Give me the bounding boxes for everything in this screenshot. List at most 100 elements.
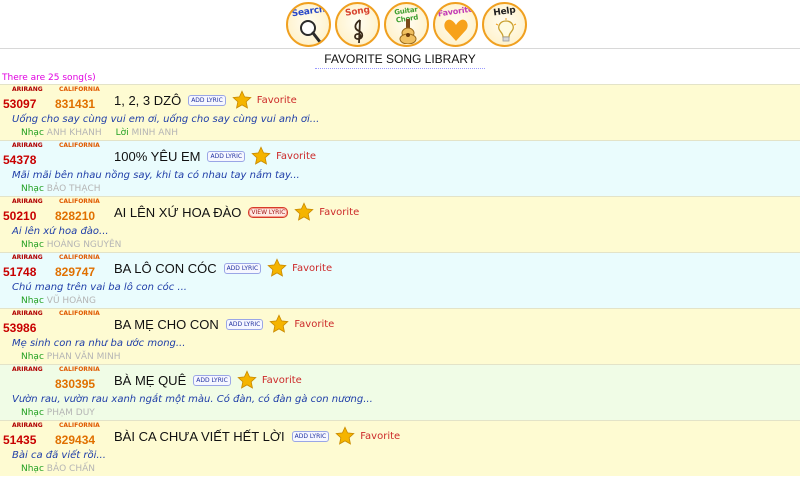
search-nav-button[interactable]: Search — [286, 2, 331, 47]
song-credits: Nhạc BẢO CHẤN — [21, 464, 95, 474]
song-credits: Nhạc BẢO THẠCH — [21, 184, 101, 194]
lyric-preview: Bài ca đã viết rồi... — [12, 450, 106, 461]
favorite-label[interactable]: Favorite — [276, 151, 316, 162]
song-credits: Nhạc HOÀNG NGUYÊN — [21, 240, 121, 250]
song-count: There are 25 song(s) — [2, 73, 96, 83]
california-code: 830395 — [55, 377, 96, 391]
arirang-label: ARIRANG — [12, 142, 43, 149]
song-title[interactable]: BA MẸ CHO CON — [114, 317, 219, 332]
song-title[interactable]: AI LÊN XỨ HOA ĐÀO — [114, 205, 241, 220]
song-title-line: BA LÔ CON CÓC ADD LYRIC Favorite — [114, 258, 332, 278]
add-lyric-button[interactable]: ADD LYRIC — [188, 94, 226, 106]
add-lyric-button[interactable]: ADD LYRIC — [193, 374, 231, 386]
arirang-label: ARIRANG — [12, 422, 43, 429]
song-credits: Nhạc PHẠM DUY — [21, 408, 95, 418]
arirang-code: 53097 — [3, 97, 37, 111]
california-code: 831431 — [55, 97, 96, 111]
song-credits: Nhạc ANH KHANH Lời MINH ANH — [21, 128, 178, 138]
song-row[interactable]: ARIRANG CALIFORNIA 51435 829434 BÀI CA CHƯA … — [0, 420, 800, 476]
composer-name: HOÀNG NGUYÊN — [46, 240, 122, 250]
song-row[interactable]: ARIRANG CALIFORNIA 830395 BÀ MẸ QUÊ ADD LYRI… — [0, 364, 800, 420]
song-row[interactable]: ARIRANG CALIFORNIA 50210 828210 AI LÊN XỨ HO… — [0, 196, 800, 252]
arirang-label: ARIRANG — [12, 254, 43, 261]
lyric-preview: Uống cho say cùng vui em ơi, uống cho sa… — [12, 114, 320, 125]
song-row[interactable]: ARIRANG CALIFORNIA 54378 100% YÊU EM ADD LYR… — [0, 140, 800, 196]
favorite-label[interactable]: Favorite — [319, 207, 359, 218]
composer-label: Nhạc — [21, 128, 44, 138]
favorite-label[interactable]: Favorite — [292, 263, 332, 274]
composer-label: Nhạc — [21, 464, 44, 474]
song-title-line: BÀ MẸ QUÊ ADD LYRIC Favorite — [114, 370, 302, 390]
composer-name: VŨ HOÀNG — [46, 296, 96, 306]
song-title[interactable]: BA LÔ CON CÓC — [114, 261, 217, 276]
song-credits: Nhạc PHAN VĂN MINH — [21, 352, 121, 362]
lyric-preview: Vườn rau, vườn rau xanh ngắt một màu. Có… — [12, 394, 373, 405]
magnifier-icon — [300, 20, 322, 44]
california-code: 829747 — [55, 265, 96, 279]
favorite-label[interactable]: Favorite — [262, 375, 302, 386]
favorite-label[interactable]: Favorite — [257, 95, 297, 106]
song-title-line: 100% YÊU EM ADD LYRIC Favorite — [114, 146, 316, 166]
arirang-code: 50210 — [3, 209, 37, 223]
composer-label: Nhạc — [21, 184, 44, 194]
help-nav-button[interactable]: Help — [482, 2, 527, 47]
song-title[interactable]: BÀI CA CHƯA VIẾT HẾT LỜI — [114, 429, 285, 444]
favorite-star-icon[interactable] — [269, 314, 290, 334]
song-row[interactable]: ARIRANG CALIFORNIA 51748 829747 BA LÔ CON CÓ… — [0, 252, 800, 308]
guitar-icon — [399, 19, 417, 44]
arirang-label: ARIRANG — [12, 86, 43, 93]
add-lyric-button[interactable]: ADD LYRIC — [207, 150, 246, 162]
composer-name: BẢO THẠCH — [46, 184, 101, 194]
song-row[interactable]: ARIRANG CALIFORNIA 53097 831431 1, 2, 3 DZÔ A… — [0, 84, 800, 140]
arirang-label: ARIRANG — [12, 366, 43, 373]
favorite-star-icon[interactable] — [335, 426, 355, 446]
california-label: CALIFORNIA — [59, 198, 100, 205]
favorite-label[interactable]: Favorite — [360, 431, 400, 442]
treble-clef-icon — [354, 19, 364, 44]
favorite-star-icon[interactable] — [232, 90, 252, 110]
california-code: 828210 — [55, 209, 96, 223]
california-label: CALIFORNIA — [59, 86, 100, 93]
favorite-label[interactable]: Favorite — [294, 319, 334, 330]
composer-label: Nhạc — [21, 352, 44, 362]
california-label: CALIFORNIA — [59, 142, 100, 149]
favorite-star-icon[interactable] — [237, 370, 257, 390]
composer-label: Nhạc — [21, 408, 44, 418]
favorite-star-icon[interactable] — [267, 258, 287, 278]
guitar-chord-nav-button[interactable]: Guitar Chord — [384, 2, 429, 47]
song-title-line: BÀI CA CHƯA VIẾT HẾT LỜI ADD LYRIC Favorit… — [114, 426, 400, 446]
add-lyric-button[interactable]: ADD LYRIC — [225, 318, 264, 330]
composer-name: PHAN VĂN MINH — [46, 352, 121, 362]
song-title-line: AI LÊN XỨ HOA ĐÀO VIEW LYRIC Favorite — [114, 202, 359, 222]
view-lyric-button[interactable]: VIEW LYRIC — [248, 206, 289, 218]
lyricist-label: Lời — [115, 128, 129, 138]
arirang-code: 53986 — [3, 321, 37, 335]
favorite-star-icon[interactable] — [251, 146, 271, 166]
composer-name: BẢO CHẤN — [46, 464, 95, 474]
heart-icon — [444, 19, 468, 41]
favorite-nav-button[interactable]: Favorite — [433, 2, 478, 47]
arirang-code: 51748 — [3, 265, 37, 279]
song-nav-button[interactable]: Song — [335, 2, 380, 47]
song-row[interactable]: ARIRANG CALIFORNIA 53986 BA MẸ CHO CON ADD L… — [0, 308, 800, 364]
california-label: CALIFORNIA — [59, 254, 100, 261]
song-title[interactable]: 1, 2, 3 DZÔ — [114, 93, 181, 108]
california-label: CALIFORNIA — [59, 366, 100, 373]
composer-name: PHẠM DUY — [46, 408, 95, 418]
add-lyric-button[interactable]: ADD LYRIC — [291, 430, 330, 442]
composer-name: ANH KHANH — [46, 128, 102, 138]
top-navigation-bar: Search Song Guitar Chord Favorite Help — [0, 0, 800, 49]
song-title[interactable]: BÀ MẸ QUÊ — [114, 373, 186, 388]
california-label: CALIFORNIA — [59, 310, 100, 317]
favorite-star-icon[interactable] — [294, 202, 314, 222]
song-title[interactable]: 100% YÊU EM — [114, 149, 200, 164]
arirang-label: ARIRANG — [12, 310, 43, 317]
arirang-code: 51435 — [3, 433, 37, 447]
arirang-code: 54378 — [3, 153, 37, 167]
lyric-preview: Ai lên xứ hoa đào... — [12, 226, 109, 237]
song-title-line: BA MẸ CHO CON ADD LYRIC Favorite — [114, 314, 334, 334]
add-lyric-button[interactable]: ADD LYRIC — [223, 262, 262, 274]
lyricist-name: MINH ANH — [131, 128, 178, 138]
song-list: ARIRANG CALIFORNIA 53097 831431 1, 2, 3 DZÔ A… — [0, 84, 800, 476]
page-header: FAVORITE SONG LIBRARY — [0, 49, 800, 71]
